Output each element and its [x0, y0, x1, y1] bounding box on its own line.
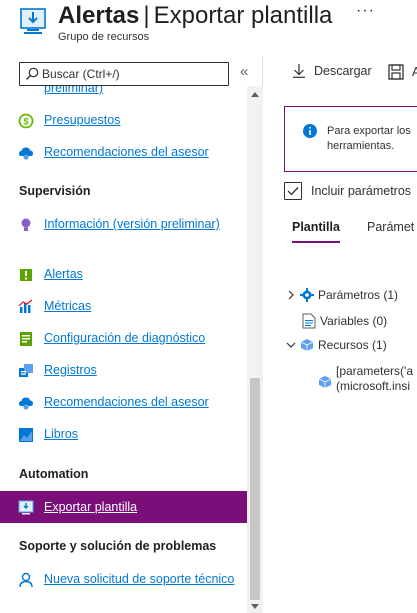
section-heading-supervision: Supervisión	[19, 184, 91, 198]
info-icon	[303, 124, 317, 138]
nav-item-label: Libros	[44, 427, 79, 441]
section-heading-automation: Automation	[19, 467, 89, 481]
nav-item-label: Métricas	[44, 299, 92, 313]
tree-node-label: Parámetros (1)	[318, 288, 399, 302]
section-heading-soporte: Soporte y solución de problemas	[19, 539, 217, 553]
advisor-icon	[19, 397, 33, 410]
checkmark-icon	[287, 187, 299, 196]
nav-item-label: preliminar)	[44, 86, 104, 95]
resource-name-line2: (microsoft.insi	[336, 379, 411, 393]
search-box[interactable]	[19, 62, 229, 86]
nav-list: preliminar) $ Presupuestos Recomendacion…	[0, 86, 247, 613]
more-options-button[interactable]: ···	[356, 2, 375, 20]
page-title: Alertas | Exportar plantilla	[58, 1, 332, 31]
tab-parametros[interactable]: Parámet	[367, 220, 414, 234]
nav-scrollbar[interactable]	[247, 86, 263, 613]
info-text: Para exportar los herramientas.	[327, 125, 411, 152]
tree-node-label: Variables (0)	[320, 314, 388, 328]
support-icon	[19, 572, 33, 588]
add-label: A	[412, 65, 417, 79]
nav-item-label: Nueva solicitud de soporte técnico	[44, 572, 235, 586]
add-to-library-button[interactable]: A	[388, 64, 417, 80]
download-label: Descargar	[314, 64, 372, 78]
nav-item-label: Registros	[44, 363, 97, 377]
checkbox-box[interactable]	[284, 182, 302, 200]
nav-item-exportar-plantilla[interactable]: Exportar plantilla	[0, 491, 247, 523]
info-banner: Para exportar los herramientas.	[284, 106, 417, 172]
nav-item-label: Recomendaciones del asesor	[44, 395, 209, 409]
resource-cube-icon	[300, 339, 314, 351]
metrics-icon	[18, 299, 33, 313]
nav-item-label: Información (versión preliminar)	[44, 217, 220, 231]
page-header: Alertas | Exportar plantilla ··· Grupo de …	[0, 0, 417, 52]
nav-item-label: Exportar plantilla	[44, 500, 138, 514]
chevron-down-icon[interactable]	[286, 340, 296, 350]
nav-item-label: Presupuestos	[44, 113, 121, 127]
page-subtitle: Grupo de recursos	[58, 31, 150, 43]
insights-icon	[21, 218, 31, 231]
diagnostic-settings-icon	[20, 332, 32, 346]
scroll-up-arrow-icon[interactable]	[251, 92, 259, 97]
download-button[interactable]: Descargar	[292, 64, 372, 78]
tree-node-resource[interactable]: [parameters('a (microsoft.insi	[318, 364, 413, 394]
document-icon	[302, 313, 316, 329]
include-parameters-checkbox[interactable]: Incluir parámetros	[284, 182, 411, 200]
workbooks-icon	[19, 428, 33, 442]
logs-icon	[19, 364, 33, 377]
nav-item-label: Recomendaciones del asesor	[44, 145, 209, 159]
export-template-app-icon	[20, 8, 46, 34]
scroll-down-arrow-icon[interactable]	[251, 604, 259, 609]
advisor-icon	[19, 147, 33, 160]
tab-plantilla[interactable]: Plantilla	[292, 220, 340, 243]
tree-node-label: Recursos (1)	[318, 338, 387, 352]
checkbox-label: Incluir parámetros	[311, 184, 412, 198]
scroll-thumb[interactable]	[250, 378, 260, 600]
left-navigation: « preliminar) $ Presupuestos Recomendaci…	[0, 56, 263, 613]
save-icon	[388, 64, 404, 80]
alerts-icon	[20, 269, 32, 281]
tree-node-recursos[interactable]: Recursos (1)	[286, 338, 387, 352]
collapse-nav-button[interactable]: «	[240, 63, 248, 80]
budget-icon: $	[18, 113, 34, 129]
nav-item-label: Alertas	[44, 267, 83, 281]
search-icon	[26, 67, 39, 80]
tree-node-variables[interactable]: Variables (0)	[302, 313, 387, 329]
resource-name-line1: [parameters('a	[336, 364, 413, 378]
gear-icon	[300, 288, 314, 302]
chevron-right-icon[interactable]	[286, 290, 296, 300]
page-title-resource: Alertas	[58, 2, 140, 29]
page-title-separator: |	[143, 2, 150, 29]
search-input[interactable]	[42, 65, 222, 83]
export-template-icon	[18, 500, 34, 515]
download-icon	[293, 64, 305, 78]
resource-cube-icon	[318, 376, 332, 388]
tree-node-parametros[interactable]: Parámetros (1)	[286, 288, 398, 302]
nav-item-label: Configuración de diagnóstico	[44, 331, 206, 345]
svg-text:$: $	[23, 117, 28, 127]
page-title-blade: Exportar plantilla	[153, 2, 333, 29]
